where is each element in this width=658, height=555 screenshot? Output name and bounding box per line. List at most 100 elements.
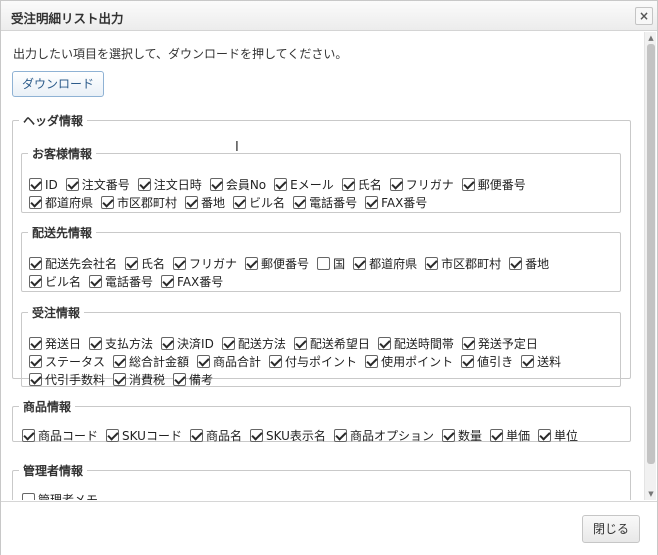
checkbox-option[interactable]: 市区郡町村 — [425, 256, 501, 273]
checkbox-option[interactable]: 送料 — [521, 354, 561, 371]
checkbox-option[interactable]: ビル名 — [29, 274, 81, 291]
checkbox-option[interactable]: 氏名 — [125, 256, 165, 273]
checkbox-checked-icon[interactable] — [29, 196, 42, 209]
checkbox-option[interactable]: ステータス — [29, 354, 105, 371]
checkbox-checked-icon[interactable] — [293, 337, 307, 350]
checkbox-checked-icon[interactable] — [65, 178, 79, 191]
checkbox-option[interactable]: 配送先会社名 — [29, 256, 117, 273]
checkbox-checked-icon[interactable] — [197, 355, 211, 368]
checkbox-option[interactable]: 付与ポイント — [269, 354, 357, 371]
checkbox-option[interactable]: FAX番号 — [161, 274, 223, 291]
checkbox-checked-icon[interactable] — [22, 429, 35, 442]
checkbox-option[interactable]: 番地 — [509, 256, 549, 273]
checkbox-option[interactable]: 管理者メモ — [22, 492, 98, 500]
checkbox-option[interactable]: 郵便番号 — [245, 256, 309, 273]
checkbox-checked-icon[interactable] — [509, 257, 523, 270]
checkbox-option[interactable]: ID — [29, 177, 58, 194]
checkbox-option[interactable]: 代引手数料 — [29, 372, 105, 389]
checkbox-option[interactable]: 支払方法 — [89, 336, 153, 353]
checkbox-checked-icon[interactable] — [173, 373, 187, 386]
checkbox-checked-icon[interactable] — [89, 275, 103, 288]
checkbox-option[interactable]: 値引き — [461, 354, 513, 371]
checkbox-option[interactable]: 消費税 — [113, 372, 165, 389]
checkbox-checked-icon[interactable] — [29, 275, 42, 288]
checkbox-option[interactable]: SKUコード — [106, 428, 182, 445]
checkbox-checked-icon[interactable] — [185, 196, 199, 209]
checkbox-checked-icon[interactable] — [245, 257, 259, 270]
checkbox-option[interactable]: 備考 — [173, 372, 213, 389]
checkbox-checked-icon[interactable] — [113, 373, 127, 386]
checkbox-option[interactable]: 総合計金額 — [113, 354, 189, 371]
checkbox-checked-icon[interactable] — [173, 257, 187, 270]
checkbox-checked-icon[interactable] — [89, 337, 103, 350]
checkbox-option[interactable]: 郵便番号 — [461, 177, 526, 194]
scrollbar-thumb[interactable] — [647, 44, 655, 464]
checkbox-checked-icon[interactable] — [106, 429, 120, 442]
checkbox-checked-icon[interactable] — [365, 196, 379, 209]
checkbox-option[interactable]: 注文日時 — [137, 177, 202, 194]
checkbox-option[interactable]: 電話番号 — [293, 195, 357, 212]
checkbox-checked-icon[interactable] — [353, 257, 367, 270]
scroll-down-icon[interactable]: ▼ — [645, 488, 657, 500]
checkbox-option[interactable]: 都道府県 — [353, 256, 417, 273]
checkbox-checked-icon[interactable] — [161, 337, 175, 350]
checkbox-checked-icon[interactable] — [521, 355, 535, 368]
checkbox-checked-icon[interactable] — [389, 178, 403, 191]
checkbox-checked-icon[interactable] — [233, 196, 247, 209]
checkbox-option[interactable]: 配送方法 — [221, 336, 286, 353]
checkbox-checked-icon[interactable] — [269, 355, 283, 368]
scroll-up-icon[interactable]: ▲ — [645, 32, 657, 44]
checkbox-option[interactable]: 商品コード — [22, 428, 98, 445]
checkbox-checked-icon[interactable] — [29, 373, 42, 386]
checkbox-option[interactable]: ビル名 — [233, 195, 285, 212]
checkbox-option[interactable]: Eメール — [274, 177, 334, 194]
checkbox-checked-icon[interactable] — [377, 337, 391, 350]
checkbox-checked-icon[interactable] — [189, 429, 203, 442]
checkbox-checked-icon[interactable] — [137, 178, 151, 191]
checkbox-checked-icon[interactable] — [274, 178, 288, 191]
checkbox-checked-icon[interactable] — [461, 355, 475, 368]
checkbox-option[interactable]: 都道府県 — [29, 195, 93, 212]
checkbox-option[interactable]: 使用ポイント — [365, 354, 453, 371]
checkbox-option[interactable]: 電話番号 — [89, 274, 153, 291]
content-scrollbar[interactable]: ▲ ▼ — [644, 32, 656, 500]
checkbox-option[interactable]: フリガナ — [173, 256, 237, 273]
checkbox-checked-icon[interactable] — [461, 178, 475, 191]
checkbox-checked-icon[interactable] — [537, 429, 551, 442]
checkbox-option[interactable]: 発送日 — [29, 336, 81, 353]
checkbox-option[interactable]: フリガナ — [389, 177, 454, 194]
checkbox-unchecked-icon[interactable] — [22, 493, 35, 500]
checkbox-option[interactable]: 商品名 — [189, 428, 242, 445]
checkbox-checked-icon[interactable] — [29, 178, 42, 191]
checkbox-checked-icon[interactable] — [101, 196, 115, 209]
checkbox-option[interactable]: 番地 — [185, 195, 225, 212]
checkbox-option[interactable]: 国 — [317, 256, 345, 273]
checkbox-checked-icon[interactable] — [249, 429, 263, 442]
checkbox-option[interactable]: 決済ID — [161, 336, 214, 353]
checkbox-option[interactable]: 配送時間帯 — [377, 336, 454, 353]
download-button[interactable]: ダウンロード — [12, 71, 105, 97]
checkbox-option[interactable]: FAX番号 — [365, 195, 427, 212]
checkbox-option[interactable]: 数量 — [441, 428, 482, 445]
checkbox-unchecked-icon[interactable] — [317, 257, 331, 270]
checkbox-option[interactable]: 市区郡町村 — [101, 195, 177, 212]
checkbox-checked-icon[interactable] — [461, 337, 475, 350]
checkbox-checked-icon[interactable] — [161, 275, 175, 288]
checkbox-option[interactable]: SKU表示名 — [249, 428, 326, 445]
checkbox-checked-icon[interactable] — [113, 355, 127, 368]
checkbox-checked-icon[interactable] — [333, 429, 347, 442]
checkbox-option[interactable]: 氏名 — [341, 177, 382, 194]
checkbox-checked-icon[interactable] — [29, 337, 42, 350]
checkbox-option[interactable]: 単価 — [489, 428, 530, 445]
checkbox-option[interactable]: 商品オプション — [333, 428, 434, 445]
checkbox-checked-icon[interactable] — [29, 257, 42, 270]
checkbox-checked-icon[interactable] — [293, 196, 307, 209]
checkbox-option[interactable]: 会員No — [209, 177, 266, 194]
checkbox-checked-icon[interactable] — [489, 429, 503, 442]
checkbox-checked-icon[interactable] — [341, 178, 355, 191]
checkbox-checked-icon[interactable] — [209, 178, 223, 191]
checkbox-option[interactable]: 発送予定日 — [461, 336, 538, 353]
checkbox-option[interactable]: 商品合計 — [197, 354, 261, 371]
checkbox-option[interactable]: 配送希望日 — [293, 336, 370, 353]
checkbox-checked-icon[interactable] — [365, 355, 379, 368]
